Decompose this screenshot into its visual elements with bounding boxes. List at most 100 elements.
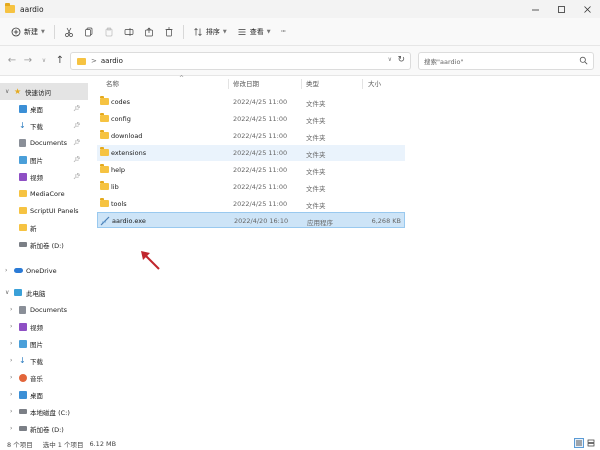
- chevron-down-icon[interactable]: ∨: [5, 289, 9, 296]
- sidebar-item-desktop[interactable]: 桌面 📌︎: [0, 100, 88, 117]
- column-label: 修改日期: [233, 80, 259, 88]
- back-button[interactable]: ←: [4, 51, 20, 71]
- sidebar-item-documents[interactable]: Documents 📌︎: [0, 134, 88, 151]
- sidebar-item-mediacore[interactable]: MediaCore: [0, 185, 88, 202]
- search-icon: [579, 56, 588, 65]
- sidebar-item-pc-documents[interactable]: › Documents: [0, 301, 88, 318]
- table-row[interactable]: aardio.exe 2022/4/20 16:10 应用程序 6,268 KB: [97, 212, 405, 228]
- delete-button[interactable]: [159, 22, 179, 42]
- table-row[interactable]: config 2022/4/25 11:00 文件夹: [97, 111, 405, 127]
- folder-icon: [100, 164, 109, 173]
- sidebar-item-pc-pictures[interactable]: › 图片: [0, 335, 88, 352]
- column-divider[interactable]: [362, 79, 363, 89]
- table-row[interactable]: codes 2022/4/25 11:00 文件夹: [97, 94, 405, 110]
- cut-button[interactable]: [59, 22, 79, 42]
- title-bar: aardio: [0, 0, 600, 18]
- table-row[interactable]: lib 2022/4/25 11:00 文件夹: [97, 179, 405, 195]
- details-view-button[interactable]: [574, 438, 584, 448]
- music-icon: [19, 373, 27, 382]
- up-button[interactable]: ↑: [52, 51, 68, 71]
- sidebar-item-drive-c[interactable]: › 本地磁盘 (C:): [0, 403, 88, 420]
- chevron-right-icon[interactable]: ›: [10, 425, 12, 432]
- sidebar-item-pc-downloads[interactable]: › ↓ 下载: [0, 352, 88, 369]
- close-button[interactable]: [574, 0, 600, 18]
- column-header-date[interactable]: 修改日期: [233, 78, 259, 90]
- file-type: 文件夹: [306, 168, 326, 176]
- sidebar-item-downloads[interactable]: ↓ 下载 📌︎: [0, 117, 88, 134]
- chevron-down-icon[interactable]: ∨: [5, 88, 9, 95]
- drive-icon: [19, 409, 27, 414]
- refresh-icon[interactable]: ↻: [397, 55, 405, 65]
- minimize-button[interactable]: [522, 0, 548, 18]
- table-row[interactable]: extensions 2022/4/25 11:00 文件夹: [97, 145, 405, 161]
- file-type: 应用程序: [307, 219, 333, 227]
- desktop-icon: [19, 104, 27, 113]
- sidebar-item-quick-access[interactable]: ∨ ★ 快速访问: [0, 83, 88, 100]
- chevron-down-icon: ▼: [41, 28, 45, 35]
- folder-icon: [100, 198, 109, 207]
- sidebar-item-this-pc[interactable]: ∨ 此电脑: [0, 284, 88, 301]
- chevron-right-icon[interactable]: ›: [10, 408, 12, 415]
- pin-icon: 📌︎: [73, 173, 81, 180]
- chevron-down-icon[interactable]: ∨: [388, 56, 392, 63]
- file-date: 2022/4/25 11:00: [233, 200, 288, 208]
- column-label: 名称: [106, 80, 119, 88]
- column-divider[interactable]: [301, 79, 302, 89]
- column-header-size[interactable]: 大小: [368, 78, 381, 90]
- computer-icon: [14, 289, 22, 296]
- sidebar-item-onedrive[interactable]: › OneDrive: [0, 262, 88, 279]
- pictures-icon: [19, 339, 27, 348]
- paste-button[interactable]: [99, 22, 119, 42]
- breadcrumb-separator: >: [91, 57, 97, 65]
- forward-button[interactable]: →: [20, 51, 36, 71]
- sidebar-item-label: 此电脑: [26, 289, 46, 298]
- toolbar-divider: [53, 24, 55, 39]
- tiles-view-button[interactable]: [586, 438, 596, 448]
- share-button[interactable]: [139, 22, 159, 42]
- chevron-right-icon[interactable]: ›: [10, 391, 12, 398]
- sidebar-item-pc-desktop[interactable]: › 桌面: [0, 386, 88, 403]
- rename-icon: [124, 27, 134, 36]
- table-row[interactable]: download 2022/4/25 11:00 文件夹: [97, 128, 405, 144]
- sidebar-item-pc-drive-d[interactable]: › 新加卷 (D:): [0, 420, 88, 437]
- folder-icon: [19, 190, 27, 197]
- copy-button[interactable]: [79, 22, 99, 42]
- sidebar-item-label: 桌面: [30, 391, 43, 400]
- history-dropdown[interactable]: ∨: [36, 51, 52, 71]
- more-button[interactable]: ···: [276, 22, 291, 42]
- desktop-icon: [19, 390, 27, 399]
- rename-button[interactable]: [119, 22, 139, 42]
- sidebar-item-scriptui-panels[interactable]: ScriptUI Panels: [0, 202, 88, 219]
- file-date: 2022/4/25 11:00: [233, 132, 288, 140]
- column-header-type[interactable]: 类型: [306, 78, 319, 90]
- chevron-right-icon[interactable]: ›: [10, 323, 12, 330]
- table-row[interactable]: help 2022/4/25 11:00 文件夹: [97, 162, 405, 178]
- chevron-right-icon[interactable]: ›: [10, 306, 12, 313]
- sidebar-item-label: 本地磁盘 (C:): [30, 408, 70, 417]
- sidebar-item-pictures[interactable]: 图片 📌︎: [0, 151, 88, 168]
- sidebar-item-label: OneDrive: [26, 266, 57, 275]
- chevron-right-icon[interactable]: ›: [10, 340, 12, 347]
- drive-icon: [19, 242, 27, 247]
- address-bar[interactable]: > aardio ∨ ↻: [70, 52, 411, 70]
- breadcrumb-current[interactable]: aardio: [101, 57, 123, 65]
- new-button[interactable]: 新建 ▼: [6, 22, 50, 42]
- chevron-right-icon[interactable]: ›: [10, 374, 12, 381]
- column-header-name[interactable]: 名称 ^: [106, 75, 226, 90]
- sidebar-item-drive-d[interactable]: 新加卷 (D:): [0, 236, 88, 253]
- view-button[interactable]: 查看 ▼: [232, 22, 276, 42]
- copy-icon: [85, 27, 93, 36]
- sort-button[interactable]: 排序 ▼: [188, 22, 232, 42]
- sidebar-item-videos[interactable]: 视频 📌︎: [0, 168, 88, 185]
- chevron-right-icon[interactable]: ›: [10, 357, 12, 364]
- sidebar-item-pc-videos[interactable]: › 视频: [0, 318, 88, 335]
- sidebar-item-new[interactable]: 新: [0, 219, 88, 236]
- search-input[interactable]: 搜索"aardio": [418, 52, 594, 70]
- sidebar-item-pc-music[interactable]: › 音乐: [0, 369, 88, 386]
- minimize-icon: [531, 9, 539, 10]
- column-divider[interactable]: [228, 79, 229, 89]
- file-name: codes: [111, 98, 131, 106]
- table-row[interactable]: tools 2022/4/25 11:00 文件夹: [97, 196, 405, 212]
- chevron-right-icon[interactable]: ›: [5, 267, 7, 274]
- maximize-button[interactable]: [548, 0, 574, 18]
